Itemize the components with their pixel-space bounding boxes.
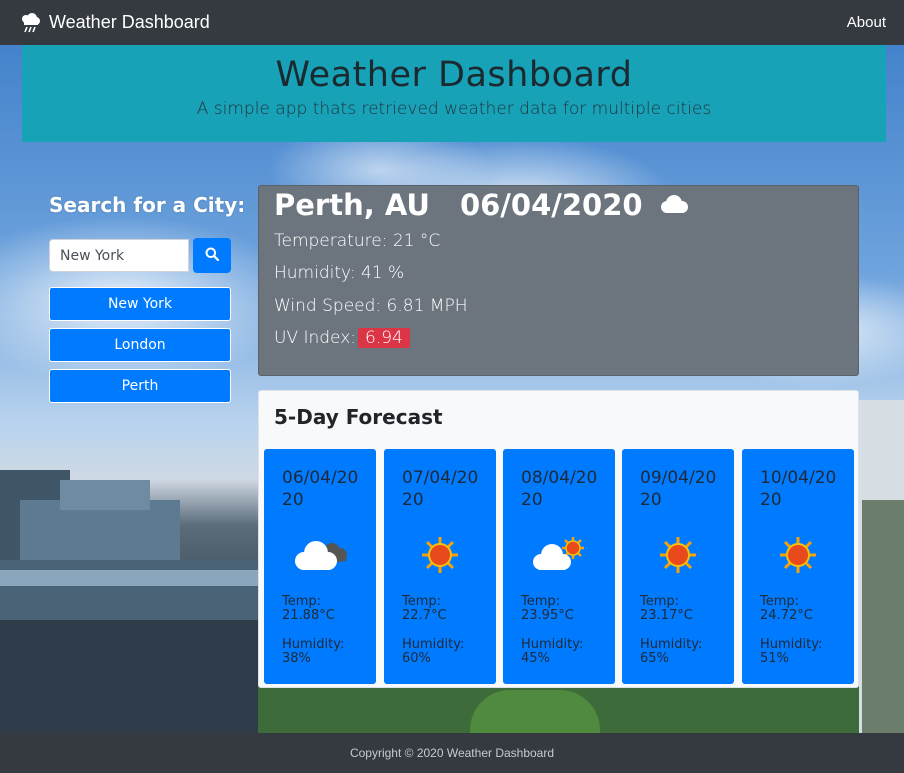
copyright-text: Copyright © 2020 Weather Dashboard [349,746,555,760]
search-icon [205,246,220,265]
forecast-humidity-label: Humidity: [760,637,823,652]
forecast-humidity: 60% [402,651,431,666]
current-temperature: Temperature: 21 °C [274,231,441,251]
current-weather-title: Perth, AU 06/04/2020 [274,188,691,222]
forecast-temp: 23.17°C [640,608,693,623]
history-button-perth[interactable]: Perth [49,369,231,403]
search-input[interactable] [49,239,189,272]
forecast-temp: 22.7°C [402,608,447,623]
sun-icon [766,535,830,575]
current-date: 06/04/2020 [459,188,643,222]
forecast-day-card: 08/04/2020 Temp: 23.95°C Humidity: 45% [503,449,615,684]
forecast-humidity-label: Humidity: [402,637,465,652]
uv-badge: 6.94 [358,328,410,348]
forecast-day-card: 10/04/2020 Temp: 24.72°C Humidity: 51% [742,449,854,684]
forecast-temp: 21.88°C [282,608,335,623]
forecast-day-card: 06/04/2020 Temp: 21.88°C Humidity: 38% [264,449,376,684]
history-button-new-york[interactable]: New York [49,287,231,321]
search-heading: Search for a City: [49,193,246,217]
forecast-humidity-label: Humidity: [640,637,703,652]
history-button-london[interactable]: London [49,328,231,362]
header-banner: Weather Dashboard A simple app thats ret… [22,45,886,142]
current-city: Perth, AU [274,188,430,222]
forecast-humidity: 51% [760,651,789,666]
sun-icon [408,535,472,575]
forecast-temp: 24.72°C [760,608,813,623]
forecast-humidity: 38% [282,651,311,666]
forecast-day-card: 09/04/2020 Temp: 23.17°C Humidity: 65% [622,449,734,684]
forecast-temp-label: Temp: [282,594,322,609]
current-humidity: Humidity: 41 % [274,263,405,283]
forecast-day-card: 07/04/2020 Temp: 22.7°C Humidity: 60% [384,449,496,684]
forecast-temp-label: Temp: [521,594,561,609]
forecast-date: 06/04/2020 [282,468,359,510]
current-weather-card: Perth, AU 06/04/2020 Temperature: 21 °C … [258,185,859,376]
partly-cloudy-icon [527,535,591,575]
forecast-date: 09/04/2020 [640,468,717,510]
cloud-icon [657,188,691,222]
forecast-temp-label: Temp: [760,594,800,609]
cloudy-icon [288,535,352,575]
forecast-temp-label: Temp: [402,594,442,609]
forecast-humidity: 45% [521,651,550,666]
forecast-humidity: 65% [640,651,669,666]
cloud-rain-icon [20,12,42,33]
navbar-brand[interactable]: Weather Dashboard [20,12,210,33]
forecast-temp: 23.95°C [521,608,574,623]
forecast-date: 07/04/2020 [402,468,479,510]
sun-icon [646,535,710,575]
page-subtitle: A simple app thats retrieved weather dat… [196,99,712,119]
page-title: Weather Dashboard [275,55,633,95]
forecast-title: 5-Day Forecast [274,405,443,429]
search-button[interactable] [193,238,231,273]
current-wind-speed: Wind Speed: 6.81 MPH [274,296,468,316]
forecast-humidity-label: Humidity: [282,637,345,652]
page-footer: Copyright © 2020 Weather Dashboard [0,733,904,773]
forecast-temp-label: Temp: [640,594,680,609]
forecast-date: 10/04/2020 [760,468,837,510]
forecast-humidity-label: Humidity: [521,637,584,652]
about-link[interactable]: About [847,14,886,31]
uv-label: UV Index: [274,328,357,348]
top-navbar: Weather Dashboard About [0,0,904,45]
forecast-card: 5-Day Forecast 06/04/2020 Temp: 21.88°C … [258,390,859,688]
forecast-date: 08/04/2020 [521,468,598,510]
brand-label: Weather Dashboard [49,12,210,32]
current-uv-index: UV Index: 6.94 [274,328,410,348]
